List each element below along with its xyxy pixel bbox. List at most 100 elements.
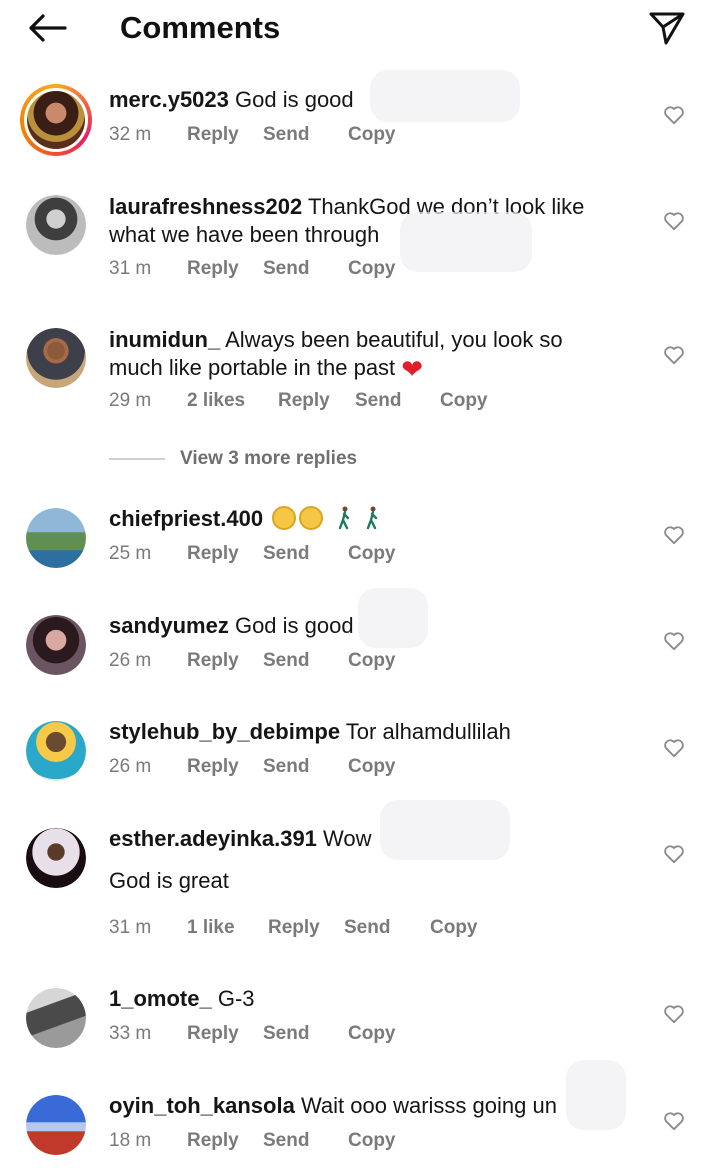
comment-time: 31 m	[109, 258, 152, 279]
heart-icon	[664, 845, 684, 864]
send-button[interactable]: Send	[344, 916, 390, 940]
comment-time: 31 m	[109, 917, 152, 938]
view-more-replies-button[interactable]: View 3 more replies	[109, 446, 409, 472]
like-button[interactable]	[660, 627, 688, 655]
like-button[interactable]	[660, 341, 688, 369]
comment-text: God is good	[234, 613, 354, 638]
comment-text: Wait ooo warisss going un	[300, 1093, 557, 1118]
heart-icon	[664, 1005, 684, 1024]
send-button[interactable]: Send	[263, 123, 309, 147]
blur-overlay	[358, 588, 428, 648]
heart-icon	[664, 212, 684, 231]
avatar[interactable]	[26, 721, 86, 781]
reply-button[interactable]: Reply	[187, 1022, 239, 1046]
comment-body: 1_omote_ G-3	[109, 985, 609, 1013]
blur-overlay	[400, 212, 532, 272]
comment-body: laurafreshness202 ThankGod we don’t look…	[109, 193, 609, 249]
back-button[interactable]	[24, 8, 70, 48]
reply-button[interactable]: Reply	[187, 755, 239, 779]
like-button[interactable]	[660, 1107, 688, 1135]
comment-time: 26 m	[109, 756, 152, 777]
page-title: Comments	[120, 10, 281, 45]
avatar[interactable]	[26, 1095, 86, 1155]
header: Comments	[0, 0, 720, 62]
comment-time: 18 m	[109, 1130, 152, 1151]
comment-username[interactable]: chiefpriest.400	[109, 506, 263, 531]
reply-button[interactable]: Reply	[187, 257, 239, 281]
send-button[interactable]: Send	[263, 542, 309, 566]
avatar[interactable]	[26, 195, 86, 255]
comment-username[interactable]: stylehub_by_debimpe	[109, 719, 340, 744]
comment-username[interactable]: sandyumez	[109, 613, 229, 638]
comment-text: G-3	[217, 986, 255, 1011]
comment-body: inumidun_ Always been beautiful, you loo…	[109, 326, 609, 383]
comment-text-line2: God is great	[109, 868, 229, 893]
copy-button[interactable]: Copy	[348, 542, 396, 566]
comment-time: 32 m	[109, 124, 152, 145]
blur-overlay	[380, 800, 510, 860]
comment-body: chiefpriest.400	[109, 505, 609, 533]
send-button[interactable]: Send	[263, 755, 309, 779]
like-button[interactable]	[660, 734, 688, 762]
copy-button[interactable]: Copy	[348, 257, 396, 281]
share-button[interactable]	[644, 6, 690, 50]
comment-body: oyin_toh_kansola Wait ooo warisss going …	[109, 1092, 609, 1120]
reply-button[interactable]: Reply	[187, 123, 239, 147]
send-button[interactable]: Send	[355, 389, 401, 413]
comment-body: merc.y5023 God is good	[109, 86, 609, 114]
like-button[interactable]	[660, 521, 688, 549]
comment-username[interactable]: inumidun_	[109, 327, 220, 352]
like-button[interactable]	[660, 207, 688, 235]
avatar[interactable]	[26, 615, 86, 675]
replies-divider	[109, 458, 165, 460]
copy-button[interactable]: Copy	[348, 649, 396, 673]
like-button[interactable]	[660, 101, 688, 129]
paper-plane-icon	[649, 12, 685, 45]
avatar[interactable]	[26, 988, 86, 1048]
comment-text: God is good	[235, 87, 354, 112]
view-more-replies-label: View 3 more replies	[180, 448, 358, 469]
comment-body: esther.adeyinka.391 Wow God is great	[109, 825, 609, 895]
comment-text: Wow	[323, 826, 372, 851]
copy-button[interactable]: Copy	[430, 916, 478, 940]
walking-person-emoji	[367, 506, 378, 530]
comment-username[interactable]: merc.y5023	[109, 87, 229, 112]
avatar[interactable]	[26, 328, 86, 388]
red-heart-emoji: ❤	[401, 354, 424, 384]
reply-button[interactable]: Reply	[268, 916, 320, 940]
likes-count[interactable]: 1 like	[187, 916, 235, 940]
blur-overlay	[370, 70, 520, 122]
heart-icon	[664, 526, 684, 545]
copy-button[interactable]: Copy	[348, 1129, 396, 1153]
comment-username[interactable]: esther.adeyinka.391	[109, 826, 317, 851]
sad-face-emoji	[272, 506, 297, 530]
avatar[interactable]	[26, 828, 86, 888]
copy-button[interactable]: Copy	[348, 1022, 396, 1046]
copy-button[interactable]: Copy	[440, 389, 488, 413]
like-button[interactable]	[660, 1000, 688, 1028]
copy-button[interactable]: Copy	[348, 755, 396, 779]
heart-icon	[664, 106, 684, 125]
reply-button[interactable]: Reply	[187, 542, 239, 566]
comment-username[interactable]: oyin_toh_kansola	[109, 1093, 295, 1118]
copy-button[interactable]: Copy	[348, 123, 396, 147]
comment-username[interactable]: 1_omote_	[109, 986, 212, 1011]
comment-username[interactable]: laurafreshness202	[109, 194, 302, 219]
comment-time: 26 m	[109, 650, 152, 671]
likes-count[interactable]: 2 likes	[187, 389, 245, 413]
like-button[interactable]	[660, 840, 688, 868]
reply-button[interactable]: Reply	[187, 649, 239, 673]
avatar-story-ring[interactable]	[20, 84, 92, 156]
heart-icon	[664, 346, 684, 365]
avatar[interactable]	[26, 508, 86, 568]
send-button[interactable]: Send	[263, 1129, 309, 1153]
comment-text: Tor alhamdullilah	[345, 719, 511, 744]
send-button[interactable]: Send	[263, 649, 309, 673]
send-button[interactable]: Send	[263, 257, 309, 281]
comment-time: 29 m	[109, 390, 152, 411]
sad-face-emoji	[299, 506, 324, 530]
send-button[interactable]: Send	[263, 1022, 309, 1046]
blur-overlay	[566, 1060, 626, 1130]
reply-button[interactable]: Reply	[278, 389, 330, 413]
reply-button[interactable]: Reply	[187, 1129, 239, 1153]
